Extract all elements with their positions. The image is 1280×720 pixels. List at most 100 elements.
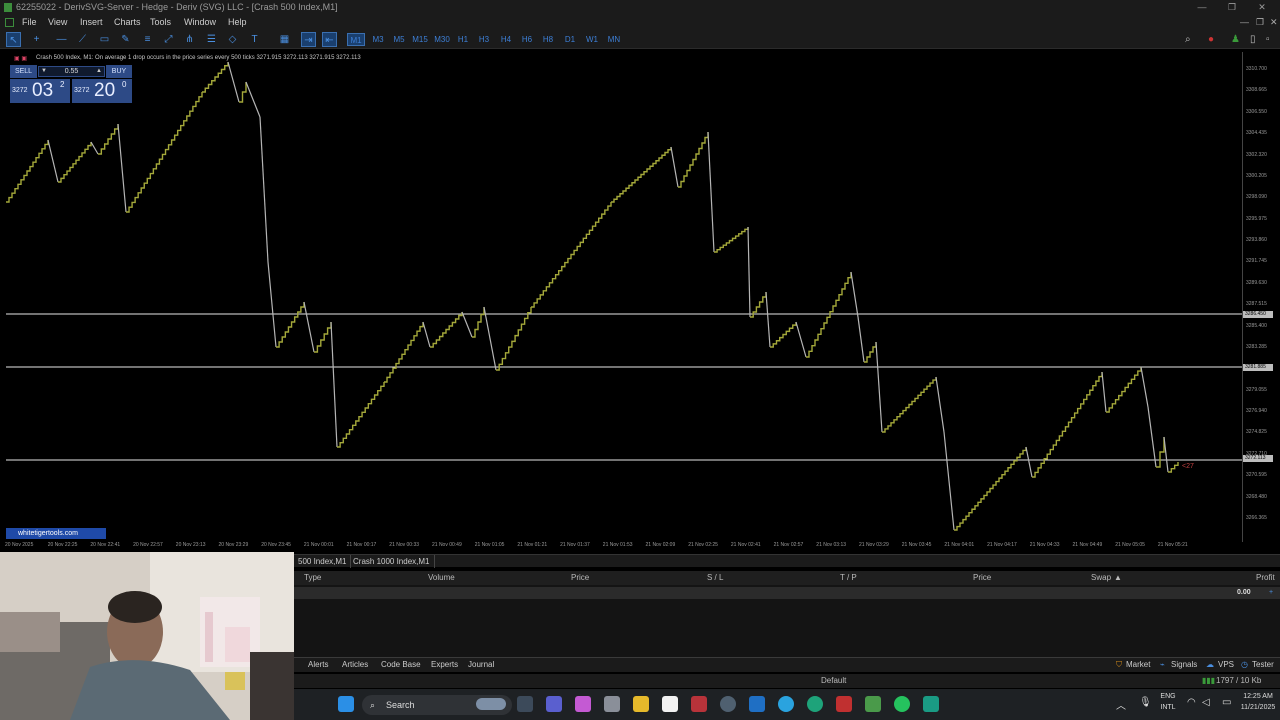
tab-alerts[interactable]: Alerts bbox=[308, 658, 328, 672]
price-line-tag[interactable]: 3286.450 bbox=[1243, 311, 1273, 318]
sell-button[interactable]: SELL bbox=[10, 65, 37, 78]
maximize-button[interactable]: ❐ bbox=[1218, 0, 1246, 15]
close-button[interactable]: ✕ bbox=[1248, 0, 1276, 15]
buy-button[interactable]: BUY bbox=[106, 65, 132, 78]
timeframe-m5[interactable]: M5 bbox=[392, 33, 406, 46]
chart-document-icon[interactable] bbox=[5, 18, 14, 27]
copilot-icon[interactable] bbox=[575, 696, 591, 712]
timeframe-h8[interactable]: H8 bbox=[542, 33, 554, 46]
text-icon[interactable]: T bbox=[247, 32, 262, 47]
timeframe-m15[interactable]: M15 bbox=[411, 33, 429, 46]
shapes-icon[interactable]: ◇ bbox=[225, 32, 240, 47]
tray-overflow-icon[interactable]: ︿ bbox=[1116, 697, 1126, 712]
windows-start-icon[interactable] bbox=[338, 696, 354, 712]
add-icon[interactable]: + bbox=[1269, 587, 1273, 599]
task-view-icon[interactable] bbox=[517, 696, 533, 712]
chart-shift-icon[interactable]: ⇤ bbox=[322, 32, 337, 47]
timeframe-m30[interactable]: M30 bbox=[433, 33, 451, 46]
camera-icon[interactable] bbox=[604, 696, 620, 712]
col-price[interactable]: Price bbox=[571, 571, 589, 585]
menu-charts[interactable]: Charts bbox=[114, 15, 141, 30]
col-profit[interactable]: Profit bbox=[1256, 571, 1275, 585]
grid-icon[interactable]: ▦ bbox=[277, 32, 292, 47]
balance-row[interactable]: 0.00 + bbox=[294, 587, 1280, 599]
lang-bottom[interactable]: INTL bbox=[1158, 704, 1178, 711]
timeframe-mn[interactable]: MN bbox=[606, 33, 622, 46]
snipping-tool-icon[interactable] bbox=[691, 696, 707, 712]
tab-articles[interactable]: Articles bbox=[342, 658, 368, 672]
chart-restore-button[interactable]: ❐ bbox=[1256, 15, 1264, 30]
rectangle-icon[interactable]: ▭ bbox=[97, 32, 112, 47]
chart-canvas[interactable]: <27 bbox=[6, 52, 1242, 540]
menu-view[interactable]: View bbox=[48, 15, 67, 30]
ray-icon[interactable]: ⤢ bbox=[161, 32, 176, 47]
account-icon[interactable]: ♟ bbox=[1231, 33, 1240, 46]
trendline-icon[interactable]: ⟋ bbox=[75, 32, 90, 47]
battery-icon[interactable]: ▭ bbox=[1222, 697, 1231, 708]
lot-size-input[interactable]: ▼ 0.55 ▲ bbox=[38, 66, 105, 77]
wifi-icon[interactable]: ◠ bbox=[1187, 697, 1196, 708]
clock-date[interactable]: 11/21/2025 bbox=[1238, 704, 1278, 711]
minimize-button[interactable]: — bbox=[1188, 0, 1216, 15]
app-s-icon[interactable] bbox=[923, 696, 939, 712]
tab-journal[interactable]: Journal bbox=[468, 658, 494, 672]
crosshair-icon[interactable]: + bbox=[29, 32, 44, 47]
timeframe-m1[interactable]: M1 bbox=[347, 33, 365, 46]
channel-icon[interactable]: ≡ bbox=[140, 32, 155, 47]
tab-code-base[interactable]: Code Base bbox=[381, 658, 421, 672]
col-price-current[interactable]: Price bbox=[973, 571, 991, 585]
tab-market[interactable]: Market bbox=[1126, 658, 1150, 672]
timeframe-h6[interactable]: H6 bbox=[521, 33, 533, 46]
horizontal-line-icon[interactable]: — bbox=[54, 32, 69, 47]
col-type[interactable]: Type bbox=[304, 571, 321, 585]
traffic-status[interactable]: 1797 / 10 Kb bbox=[1216, 674, 1261, 688]
col-swap[interactable]: Swap bbox=[1091, 571, 1111, 585]
price-line-tag[interactable]: 3281.885 bbox=[1243, 364, 1273, 371]
teams-icon[interactable] bbox=[546, 696, 562, 712]
timeframe-m3[interactable]: M3 bbox=[371, 33, 385, 46]
settings-icon[interactable] bbox=[720, 696, 736, 712]
volume-icon[interactable]: ◁ bbox=[1202, 697, 1210, 708]
lang-top[interactable]: ENG bbox=[1158, 693, 1178, 700]
tab-experts[interactable]: Experts bbox=[431, 658, 458, 672]
search-icon[interactable]: ⌕ bbox=[1185, 33, 1191, 46]
bid-price[interactable]: 3272 03 2 bbox=[10, 79, 70, 103]
autoscroll-icon[interactable]: ⇥ bbox=[301, 32, 316, 47]
tab-tester[interactable]: Tester bbox=[1252, 658, 1274, 672]
telegram-icon[interactable] bbox=[778, 696, 794, 712]
lot-increase-icon[interactable]: ▲ bbox=[94, 67, 104, 76]
chart-minimize-button[interactable]: — bbox=[1240, 15, 1249, 30]
timeframe-h4[interactable]: H4 bbox=[500, 33, 512, 46]
menu-tools[interactable]: Tools bbox=[150, 15, 171, 30]
file-explorer-icon[interactable] bbox=[633, 696, 649, 712]
notification-icon[interactable]: ● bbox=[1208, 33, 1214, 46]
menu-window[interactable]: Window bbox=[184, 15, 216, 30]
edge-icon[interactable] bbox=[807, 696, 823, 712]
tab-crash-1000[interactable]: Crash 1000 Index,M1 bbox=[349, 555, 435, 568]
outlook-icon[interactable] bbox=[749, 696, 765, 712]
timeframe-h1[interactable]: H1 bbox=[457, 33, 469, 46]
time-axis[interactable]: 20 Nov 2025 20 Nov 22:25 20 Nov 22:41 20 No… bbox=[0, 541, 1242, 550]
price-chart[interactable]: <27 ▣ ▣ Crash 500 Index, M1: On average … bbox=[6, 52, 1242, 540]
timeframe-h3[interactable]: H3 bbox=[478, 33, 490, 46]
microphone-icon[interactable]: 🎙 bbox=[1139, 697, 1152, 708]
timeframe-d1[interactable]: D1 bbox=[564, 33, 576, 46]
tab-vps[interactable]: VPS bbox=[1218, 658, 1234, 672]
notepad-icon[interactable] bbox=[662, 696, 678, 712]
whatsapp-icon[interactable] bbox=[894, 696, 910, 712]
menu-help[interactable]: Help bbox=[228, 15, 247, 30]
chat-icon[interactable]: ▯ bbox=[1250, 33, 1256, 46]
tab-signals[interactable]: Signals bbox=[1171, 658, 1197, 672]
community-icon[interactable]: ▫ bbox=[1266, 33, 1270, 46]
col-volume[interactable]: Volume bbox=[428, 571, 455, 585]
tab-crash-500[interactable]: 500 Index,M1 bbox=[294, 555, 352, 568]
clock-time[interactable]: 12:25 AM bbox=[1238, 693, 1278, 700]
chart-close-button[interactable]: ✕ bbox=[1270, 15, 1278, 30]
metatrader-taskbar-icon[interactable] bbox=[836, 696, 852, 712]
cursor-icon[interactable]: ↖ bbox=[6, 32, 21, 47]
widgets-icon[interactable] bbox=[476, 698, 506, 710]
col-tp[interactable]: T / P bbox=[840, 571, 857, 585]
menu-file[interactable]: File bbox=[22, 15, 37, 30]
col-sl[interactable]: S / L bbox=[707, 571, 723, 585]
pitchfork-icon[interactable]: ⋔ bbox=[182, 32, 197, 47]
